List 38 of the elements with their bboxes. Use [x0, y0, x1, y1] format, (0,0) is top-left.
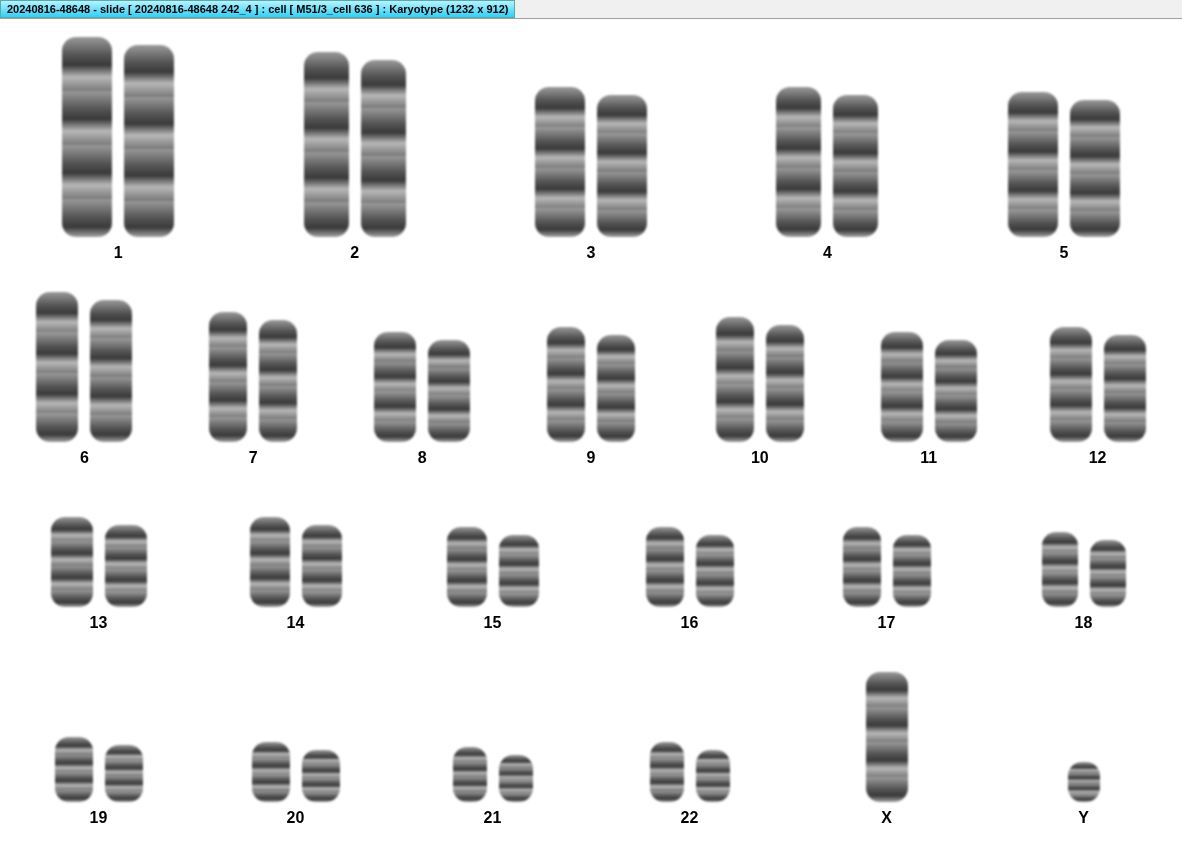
chromosome-number: 5 [1059, 243, 1069, 263]
chromosome-number: 12 [1088, 448, 1107, 468]
chromosome-image [649, 742, 684, 802]
chromosome-image [251, 742, 290, 802]
chromosome-number: 3 [586, 243, 596, 263]
chromosome-image [498, 755, 533, 802]
window-title: 20240816-48648 - slide [ 20240816-48648 242_4 ] : cell [ M51/3_cell 636 ] : Karyotype (1232 x 912) [0, 0, 516, 18]
chromosome-image [892, 535, 931, 607]
chromosome-number: 1 [113, 243, 123, 263]
chromosome-image [695, 750, 730, 802]
chromosome-number: 20 [286, 808, 305, 828]
chromosome-number: 10 [750, 448, 769, 468]
chromosome-number: 18 [1074, 613, 1093, 633]
chromosome-image [1067, 762, 1100, 802]
chromosome-image [498, 535, 539, 607]
chromosome-number: 19 [89, 808, 108, 828]
chromosome-number: 8 [417, 448, 427, 468]
chromosome-number: 16 [680, 613, 699, 633]
chromosome-image [1089, 540, 1126, 607]
chromosome-number: 4 [822, 243, 832, 263]
chromosome-number: 22 [680, 808, 699, 828]
chromosome-image [301, 750, 340, 802]
chromosome-number: 11 [920, 448, 938, 468]
chromosome-number: 17 [877, 613, 896, 633]
chromosome-number: 9 [586, 448, 596, 468]
chromosome-number: 14 [286, 613, 305, 633]
chromosome-image [104, 745, 143, 802]
chromosome-image [452, 747, 487, 802]
chromosome-number: 2 [350, 243, 360, 263]
chromosome-number: X [881, 808, 892, 828]
chromosome-number: Y [1078, 808, 1089, 828]
chromosome-image [54, 737, 93, 802]
chromosome-number: 6 [79, 448, 89, 468]
chromosome-image [695, 535, 734, 607]
chromosome-number: 13 [89, 613, 108, 633]
chromosome-number: 7 [248, 448, 258, 468]
chromosome-number: 15 [483, 613, 502, 633]
chromosome-number: 21 [483, 808, 502, 828]
